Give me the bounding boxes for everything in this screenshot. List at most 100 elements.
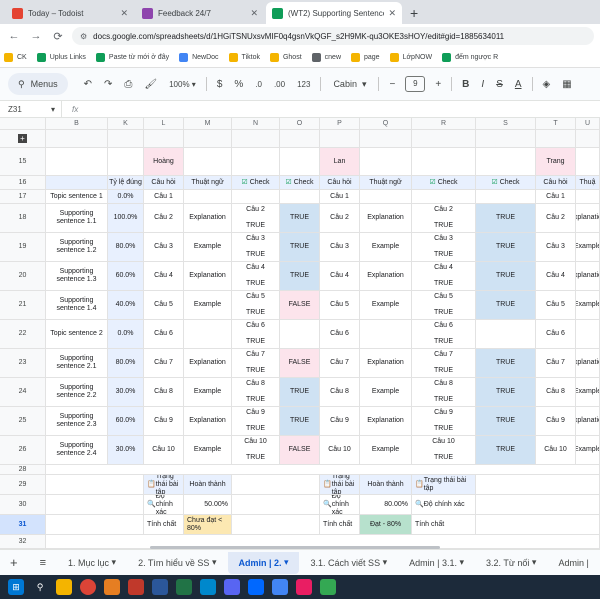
bookmark-lopnow[interactable]: LớpNOW	[389, 53, 432, 62]
row-label[interactable]: Supporting sentence 2.1	[46, 349, 108, 378]
font-size-increase[interactable]: +	[435, 79, 441, 90]
font-size-decrease[interactable]: −	[389, 79, 395, 90]
question-cell[interactable]: Câu 7	[320, 349, 360, 378]
term-cell[interactable]: Explanation	[576, 407, 600, 436]
accuracy-rate[interactable]: 80.0%	[108, 233, 144, 262]
decrease-decimal-button[interactable]: .0	[255, 80, 262, 89]
term-cell[interactable]: Explanation	[360, 204, 412, 233]
column-header-k[interactable]: K	[108, 118, 144, 130]
row-header[interactable]: 26	[0, 436, 46, 465]
row-header[interactable]: 25	[0, 407, 46, 436]
header-cau-hoi[interactable]: Câu hỏi	[144, 176, 184, 190]
student-name-lan[interactable]: Lan	[320, 148, 360, 176]
row-header[interactable]: 30	[0, 495, 46, 515]
empty-cell[interactable]	[412, 148, 476, 176]
status-label[interactable]: 📋 Trạng thái bài tập	[144, 475, 184, 495]
column-header-n[interactable]: N	[232, 118, 280, 130]
search-icon[interactable]: ⚲	[32, 579, 48, 595]
chrome-icon[interactable]	[80, 579, 96, 595]
question-cell[interactable]: Câu 7	[536, 349, 576, 378]
sheet-tab-cach-viet[interactable]: 3.1. Cách viết SS ▾	[301, 552, 398, 574]
term-cell[interactable]: Example	[184, 233, 232, 262]
strikethrough-button[interactable]: S	[496, 79, 503, 90]
row-header[interactable]: 20	[0, 262, 46, 291]
accuracy-rate[interactable]: 100.0%	[108, 204, 144, 233]
result-cell[interactable]: TRUE	[476, 349, 536, 378]
answer-check-cell[interactable]: Câu 5 TRUE	[232, 291, 280, 320]
bookmark-ck[interactable]: CK	[4, 53, 27, 62]
reload-icon[interactable]: ⟳	[50, 30, 66, 43]
number-format-button[interactable]: 123	[297, 80, 310, 89]
question-cell[interactable]: Câu 1	[144, 190, 184, 204]
question-cell[interactable]: Câu 3	[536, 233, 576, 262]
bookmark-cnew[interactable]: cnew	[311, 53, 341, 62]
powerpoint-icon[interactable]	[128, 579, 144, 595]
bookmark-ghost[interactable]: Ghost	[269, 53, 302, 62]
italic-button[interactable]: I	[481, 79, 484, 90]
add-sheet-button[interactable]: +	[0, 552, 28, 574]
font-select[interactable]: Cabin ▾	[333, 79, 366, 90]
empty-cell[interactable]	[576, 148, 600, 176]
result-cell[interactable]: TRUE	[476, 291, 536, 320]
term-cell[interactable]: Example	[360, 233, 412, 262]
status-label[interactable]: 📋 Trạng thái bài tập	[412, 475, 476, 495]
discord-icon[interactable]	[224, 579, 240, 595]
row-header[interactable]: 23	[0, 349, 46, 378]
row-header[interactable]: 29	[0, 475, 46, 495]
cell-b16[interactable]	[46, 176, 108, 190]
bold-button[interactable]: B	[462, 79, 469, 90]
all-sheets-button[interactable]: ≡	[30, 552, 56, 574]
bookmark-tiktok[interactable]: Tiktok	[228, 53, 260, 62]
header-check[interactable]: ☑ Check	[232, 176, 280, 190]
empty-cell[interactable]	[232, 495, 320, 515]
empty-cell[interactable]	[280, 190, 320, 204]
term-cell[interactable]: Explanation	[576, 262, 600, 291]
term-cell[interactable]: Example	[360, 291, 412, 320]
bookmark-page[interactable]: page	[351, 53, 380, 62]
bookmark-uplus[interactable]: Uplus Links	[36, 53, 86, 62]
sheet-tab-admin-more[interactable]: Admin |	[548, 552, 598, 574]
term-cell[interactable]: Example	[576, 291, 600, 320]
empty-cell[interactable]	[476, 495, 600, 515]
sheet-tab-tim-hieu[interactable]: 2. Tìm hiểu về SS ▾	[128, 552, 226, 574]
empty-cell[interactable]	[280, 148, 320, 176]
accuracy-value[interactable]: 50.00%	[184, 495, 232, 515]
answer-check-cell[interactable]: Câu 2 TRUE	[232, 204, 280, 233]
property-value-fail[interactable]: Chưa đạt < 80%	[184, 515, 232, 535]
sheet-tab-admin-2[interactable]: Admin | 2. ▾	[228, 551, 299, 574]
row-label[interactable]: Supporting sentence 2.4	[46, 436, 108, 465]
row-header[interactable]: 28	[0, 465, 46, 475]
row-label[interactable]: Supporting sentence 1.2	[46, 233, 108, 262]
empty-cell[interactable]	[360, 148, 412, 176]
property-label[interactable]: Tính chất	[144, 515, 184, 535]
answer-check-cell[interactable]: Câu 10 TRUE	[412, 436, 476, 465]
status-value[interactable]: Hoàn thành	[184, 475, 232, 495]
fill-color-icon[interactable]: ◈	[543, 79, 551, 90]
row-header[interactable]: 18	[0, 204, 46, 233]
group-toggle[interactable]: +	[0, 130, 46, 148]
term-cell[interactable]	[360, 320, 412, 349]
question-cell[interactable]: Câu 6	[320, 320, 360, 349]
row-label[interactable]: Supporting sentence 2.3	[46, 407, 108, 436]
empty-cell[interactable]	[46, 495, 144, 515]
question-cell[interactable]: Câu 9	[320, 407, 360, 436]
header-check[interactable]: ☑ Check	[412, 176, 476, 190]
column-header-m[interactable]: M	[184, 118, 232, 130]
question-cell[interactable]: Câu 8	[144, 378, 184, 407]
answer-check-cell[interactable]: Câu 2 TRUE	[412, 204, 476, 233]
accuracy-rate[interactable]: 60.0%	[108, 407, 144, 436]
empty-cell[interactable]	[232, 475, 320, 495]
site-info-icon[interactable]: ⚙	[80, 32, 87, 41]
question-cell[interactable]: Câu 6	[144, 320, 184, 349]
print-icon[interactable]: ⎙	[124, 79, 132, 90]
question-cell[interactable]: Câu 6	[536, 320, 576, 349]
header-thuat-ngu[interactable]: Thuậ	[576, 176, 600, 190]
empty-cell[interactable]	[46, 515, 144, 535]
empty-cell[interactable]	[412, 190, 476, 204]
term-cell[interactable]: Explanation	[576, 204, 600, 233]
app-icon[interactable]	[320, 579, 336, 595]
paint-format-icon[interactable]: 🖌	[144, 79, 157, 90]
empty-cell[interactable]	[232, 148, 280, 176]
header-check[interactable]: ☑ Check	[476, 176, 536, 190]
row-label[interactable]: Supporting sentence 1.4	[46, 291, 108, 320]
